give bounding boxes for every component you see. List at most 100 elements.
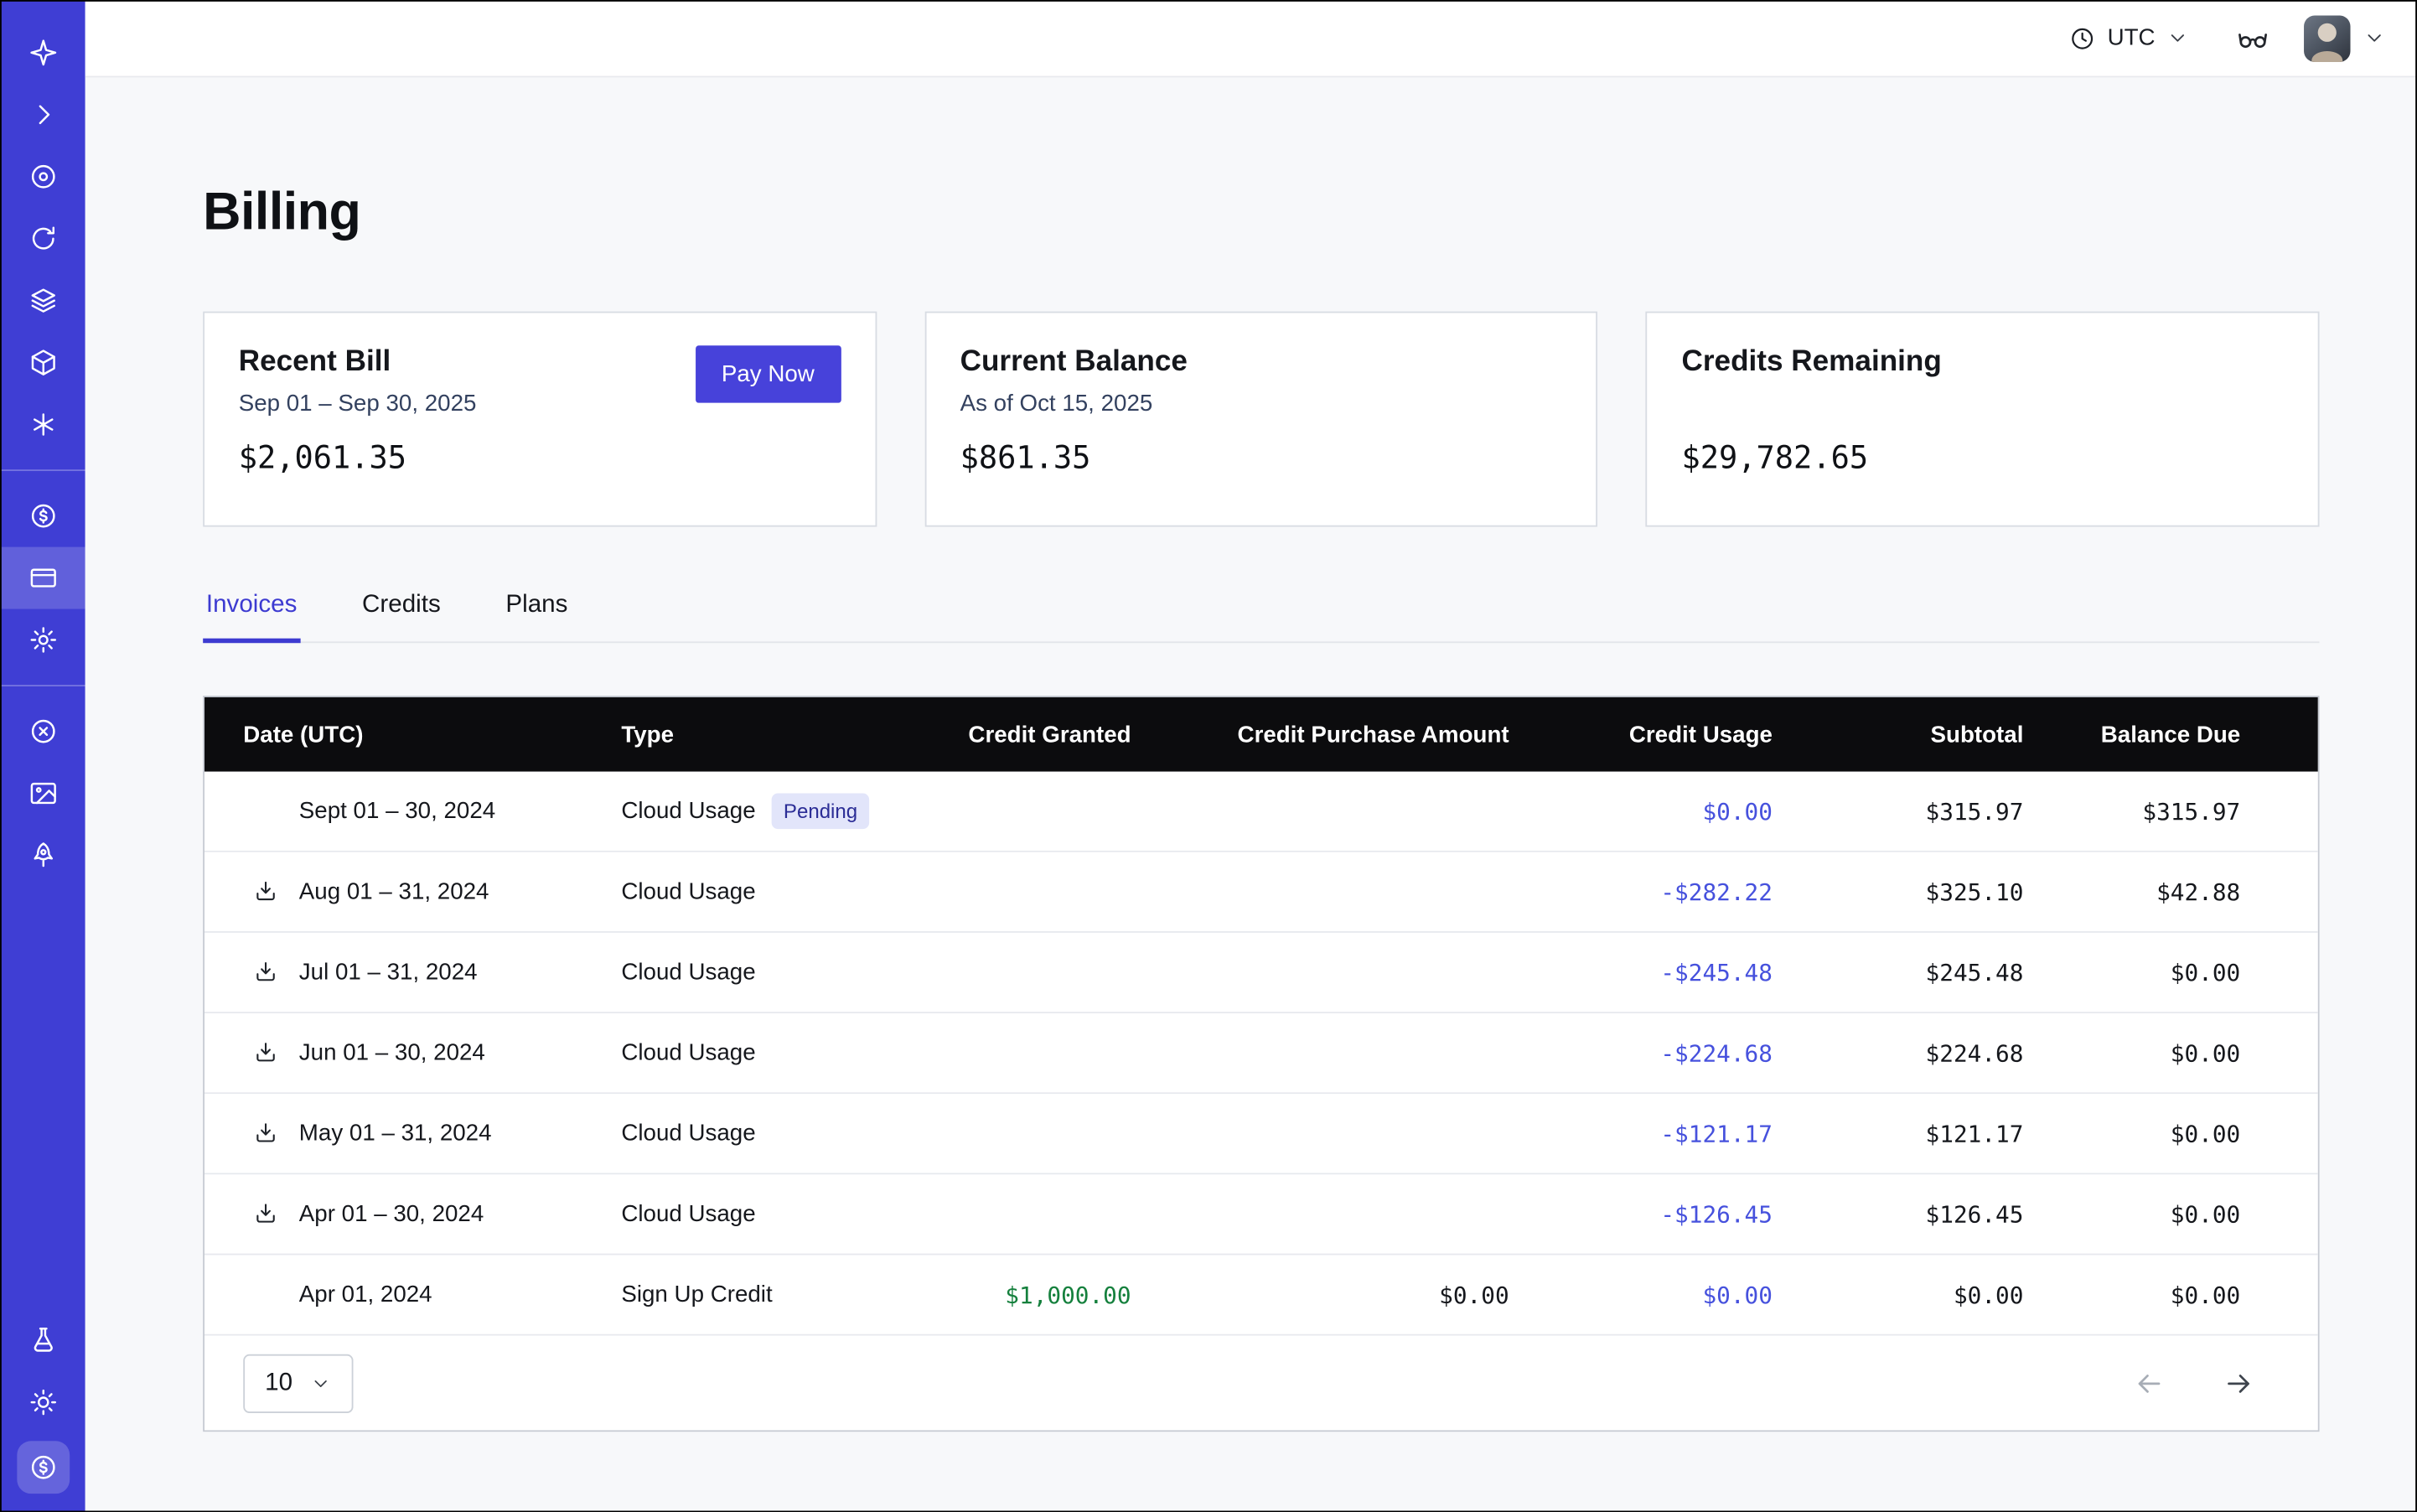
layers-icon[interactable] bbox=[0, 270, 85, 332]
rocket-icon[interactable] bbox=[0, 825, 85, 887]
cell-credit-granted: $1,000.00 bbox=[928, 1281, 1131, 1308]
flask-icon[interactable] bbox=[0, 1309, 85, 1371]
cell-date: Jul 01 – 31, 2024 bbox=[204, 959, 584, 985]
type-text: Cloud Usage bbox=[621, 1201, 755, 1227]
page-size-value: 10 bbox=[265, 1369, 292, 1396]
settings-gear-icon[interactable] bbox=[0, 609, 85, 671]
target-icon[interactable] bbox=[0, 146, 85, 208]
circle-x-icon[interactable] bbox=[0, 701, 85, 763]
card-amount: $861.35 bbox=[960, 438, 1563, 475]
cell-credit-usage: $0.00 bbox=[1509, 1281, 1773, 1308]
table-row[interactable]: May 01 – 31, 2024Cloud Usage -$121.17$121… bbox=[204, 1094, 2318, 1174]
tab-invoices[interactable]: Invoices bbox=[203, 592, 300, 641]
arrow-right-icon bbox=[2222, 1366, 2256, 1401]
next-page-button[interactable] bbox=[2222, 1366, 2256, 1401]
cell-balance-due: $0.00 bbox=[2023, 1281, 2240, 1308]
date-text: Jul 01 – 31, 2024 bbox=[299, 959, 478, 985]
cell-balance-due: $315.97 bbox=[2023, 797, 2240, 825]
main-content: Billing Recent BillPay NowSep 01 – Sep 3… bbox=[85, 77, 2417, 1512]
cell-subtotal: $121.17 bbox=[1773, 1120, 2023, 1147]
cell-date: Aug 01 – 31, 2024 bbox=[204, 878, 584, 904]
type-text: Cloud Usage bbox=[621, 798, 755, 824]
cell-type: Cloud Usage bbox=[584, 878, 928, 904]
table-row[interactable]: Apr 01 – 30, 2024Cloud Usage-$126.45$126… bbox=[204, 1174, 2318, 1255]
card-amount: $29,782.65 bbox=[1681, 438, 2284, 475]
table-row[interactable]: Aug 01 – 31, 2024Cloud Usage-$282.22$325… bbox=[204, 852, 2318, 933]
dollar-circle-icon[interactable] bbox=[16, 1441, 69, 1494]
table-row[interactable]: Apr 01, 2024 Sign Up Credit $1,000.00 $0.00… bbox=[204, 1255, 2318, 1335]
collapse-sidebar-icon[interactable] bbox=[0, 84, 85, 146]
date-text: Sept 01 – 30, 2024 bbox=[299, 798, 495, 824]
package-icon[interactable] bbox=[0, 332, 85, 394]
avatar-shoulders bbox=[2311, 50, 2342, 61]
cell-type: Cloud Usage bbox=[584, 1039, 928, 1065]
status-badge: Pending bbox=[771, 794, 870, 830]
download-invoice-icon[interactable] bbox=[243, 1039, 299, 1065]
download-invoice-icon[interactable] bbox=[243, 1201, 299, 1227]
arrow-left-icon bbox=[2132, 1366, 2166, 1401]
table-footer: 10 bbox=[204, 1336, 2318, 1431]
chevron-down-icon bbox=[2363, 26, 2386, 49]
column-header-credit-purchase-amount: Credit Purchase Amount bbox=[1131, 722, 1509, 748]
cell-credit-usage: -$224.68 bbox=[1509, 1039, 1773, 1067]
download-invoice-icon[interactable] bbox=[243, 878, 299, 904]
cell-credit-usage: $0.00 bbox=[1509, 797, 1773, 825]
asterisk-icon[interactable] bbox=[0, 394, 85, 456]
chevron-down-icon bbox=[309, 1372, 331, 1394]
table-row[interactable]: Jul 01 – 31, 2024Cloud Usage-$245.48$245… bbox=[204, 933, 2318, 1013]
table-row[interactable]: Jun 01 – 30, 2024 Cloud Usage -$224.68$224… bbox=[204, 1013, 2318, 1094]
user-avatar[interactable] bbox=[2304, 15, 2350, 61]
retry-history-icon[interactable] bbox=[0, 208, 85, 270]
download-invoice-icon[interactable] bbox=[243, 1121, 299, 1147]
cell-credit-usage: -$121.17 bbox=[1509, 1120, 1773, 1147]
cell-balance-due: $0.00 bbox=[2023, 958, 2240, 986]
card-credits-remaining: Credits Remaining $29,782.65 bbox=[1646, 312, 2320, 527]
table-row[interactable]: Sept 01 – 30, 2024 Cloud Usage Pending $0.0… bbox=[204, 772, 2318, 852]
cell-date: May 01 – 31, 2024 bbox=[204, 1121, 584, 1147]
cell-date: Apr 01, 2024 bbox=[204, 1282, 584, 1307]
previous-page-button[interactable] bbox=[2132, 1366, 2166, 1401]
card-title: Credits Remaining bbox=[1681, 345, 2284, 380]
cell-subtotal: $245.48 bbox=[1773, 958, 2023, 986]
cell-type: Cloud Usage Pending bbox=[584, 794, 928, 830]
cell-date: Jun 01 – 30, 2024 bbox=[204, 1039, 584, 1065]
cell-subtotal: $224.68 bbox=[1773, 1039, 2023, 1067]
card-subtitle: As of Oct 15, 2025 bbox=[960, 391, 1563, 420]
cell-subtotal: $0.00 bbox=[1773, 1281, 2023, 1308]
tab-plans[interactable]: Plans bbox=[503, 592, 571, 641]
timezone-selector[interactable]: UTC bbox=[2068, 24, 2189, 52]
screen-image-icon[interactable] bbox=[0, 763, 85, 825]
date-text: Jun 01 – 30, 2024 bbox=[299, 1039, 485, 1065]
date-text: Aug 01 – 31, 2024 bbox=[299, 878, 489, 904]
billing-tabs: Invoices Credits Plans bbox=[203, 592, 2319, 643]
column-header-credit-usage: Credit Usage bbox=[1509, 722, 1773, 748]
theme-sun-icon[interactable] bbox=[0, 1371, 85, 1433]
download-invoice-icon[interactable] bbox=[243, 959, 299, 985]
cell-credit-usage: -$282.22 bbox=[1509, 878, 1773, 905]
cell-balance-due: $0.00 bbox=[2023, 1200, 2240, 1228]
cell-type: Cloud Usage bbox=[584, 959, 928, 985]
pay-now-button[interactable]: Pay Now bbox=[695, 345, 841, 402]
logo-sparkle-icon[interactable] bbox=[0, 22, 85, 84]
account-menu-button[interactable] bbox=[2363, 26, 2386, 49]
glasses-button[interactable] bbox=[2236, 21, 2270, 55]
page-size-select[interactable]: 10 bbox=[243, 1354, 353, 1412]
card-amount: $2,061.35 bbox=[239, 438, 841, 475]
timezone-label: UTC bbox=[2108, 25, 2156, 51]
table-header-row: Date (UTC)TypeCredit GrantedCredit Purch… bbox=[204, 697, 2318, 772]
date-text: Apr 01 – 30, 2024 bbox=[299, 1201, 484, 1227]
tab-credits[interactable]: Credits bbox=[359, 592, 443, 641]
billing-card-icon[interactable] bbox=[0, 547, 85, 609]
cell-balance-due: $0.00 bbox=[2023, 1120, 2240, 1147]
page-title: Billing bbox=[203, 183, 2319, 243]
type-text: Sign Up Credit bbox=[621, 1282, 772, 1307]
clock-icon bbox=[2068, 24, 2096, 52]
sidebar bbox=[0, 0, 85, 1512]
billing-page: UTC Billing Recent BillPay NowSep 01 – S… bbox=[0, 0, 2417, 1512]
cell-type: Cloud Usage bbox=[584, 1121, 928, 1147]
column-header-balance-due: Balance Due bbox=[2023, 722, 2240, 748]
usage-dollar-icon[interactable] bbox=[0, 485, 85, 547]
summary-cards: Recent BillPay NowSep 01 – Sep 30, 2025$… bbox=[203, 312, 2319, 527]
card-subtitle bbox=[1681, 391, 2284, 420]
sidebar-divider bbox=[0, 469, 85, 471]
